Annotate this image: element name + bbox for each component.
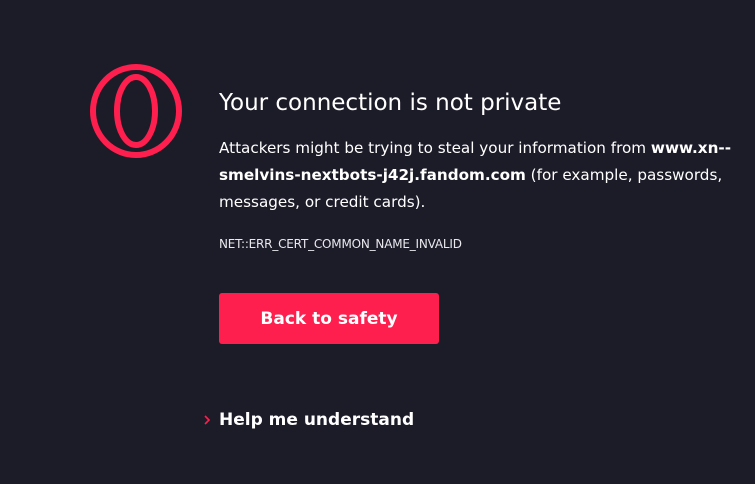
error-code: NET::ERR_CERT_COMMON_NAME_INVALID bbox=[219, 237, 462, 251]
help-me-understand-link[interactable]: Help me understand bbox=[200, 407, 414, 433]
error-page: Your connection is not private Attackers… bbox=[0, 0, 755, 484]
help-label: Help me understand bbox=[219, 410, 415, 430]
chevron-right-icon bbox=[204, 415, 211, 425]
error-description: Attackers might be trying to steal your … bbox=[219, 135, 739, 216]
page-title: Your connection is not private bbox=[219, 90, 562, 116]
back-to-safety-button[interactable]: Back to safety bbox=[219, 293, 439, 344]
description-prefix: Attackers might be trying to steal your … bbox=[219, 139, 651, 157]
opera-logo-icon bbox=[90, 64, 182, 158]
error-content: Your connection is not private Attackers… bbox=[219, 86, 739, 252]
